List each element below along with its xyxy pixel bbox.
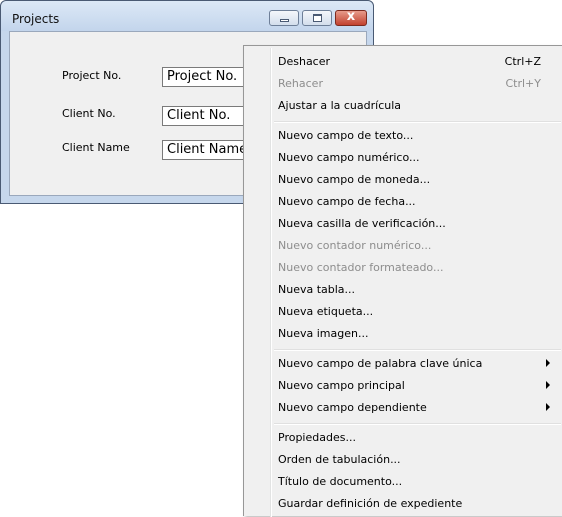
menu-item-redo: Rehacer Ctrl+Y [244, 73, 561, 95]
menu-item-shortcut: Ctrl+Y [505, 77, 541, 90]
project-no-label: Project No. [62, 69, 122, 82]
menu-item-new-table[interactable]: Nueva tabla... [244, 279, 561, 301]
menu-item-new-primary-field[interactable]: Nuevo campo principal [244, 375, 561, 397]
menu-item-new-unique-keyword-field[interactable]: Nuevo campo de palabra clave única [244, 353, 561, 375]
menu-item-save-case-definition[interactable]: Guardar definición de expediente [244, 493, 561, 515]
menu-item-label: Deshacer [278, 55, 331, 68]
menu-item-label: Nuevo campo de moneda... [278, 173, 431, 186]
menu-item-new-formatted-counter: Nuevo contador formateado... [244, 257, 561, 279]
menu-item-label: Nuevo contador formateado... [278, 261, 444, 274]
menu-separator [274, 121, 561, 123]
menu-item-label: Título de documento... [278, 475, 403, 488]
menu-item-tab-order[interactable]: Orden de tabulación... [244, 449, 561, 471]
menu-separator [274, 349, 561, 351]
menu-item-label: Nuevo campo de palabra clave única [278, 357, 483, 370]
client-no-label: Client No. [62, 107, 116, 120]
menu-item-new-currency-field[interactable]: Nuevo campo de moneda... [244, 169, 561, 191]
menu-item-label: Nueva tabla... [278, 283, 356, 296]
menu-item-new-checkbox[interactable]: Nueva casilla de verificación... [244, 213, 561, 235]
menu-item-new-numeric-field[interactable]: Nuevo campo numérico... [244, 147, 561, 169]
menu-item-snap-to-grid[interactable]: Ajustar a la cuadrícula [244, 95, 561, 117]
close-icon: x [346, 9, 356, 24]
menu-item-label: Nueva etiqueta... [278, 305, 374, 318]
menu-separator [274, 423, 561, 425]
menu-item-label: Nuevo campo numérico... [278, 151, 420, 164]
menu-item-new-dependent-field[interactable]: Nuevo campo dependiente [244, 397, 561, 419]
menu-item-new-date-field[interactable]: Nuevo campo de fecha... [244, 191, 561, 213]
menu-item-label: Nuevo campo principal [278, 379, 405, 392]
title-bar[interactable]: Projects x [1, 1, 373, 31]
menu-item-label: Nuevo contador numérico... [278, 239, 432, 252]
menu-item-label: Nuevo campo de fecha... [278, 195, 416, 208]
maximize-icon [313, 14, 322, 22]
menu-item-new-label[interactable]: Nueva etiqueta... [244, 301, 561, 323]
menu-item-document-title[interactable]: Título de documento... [244, 471, 561, 493]
menu-item-label: Propiedades... [278, 431, 356, 444]
menu-item-label: Rehacer [278, 77, 323, 90]
submenu-arrow-icon [546, 403, 550, 411]
client-name-label: Client Name [62, 141, 130, 154]
menu-item-new-numeric-counter: Nuevo contador numérico... [244, 235, 561, 257]
submenu-arrow-icon [546, 359, 550, 367]
menu-item-label: Nuevo campo de texto... [278, 129, 414, 142]
maximize-button[interactable] [302, 10, 332, 26]
menu-item-undo[interactable]: Deshacer Ctrl+Z [244, 51, 561, 73]
window-title: Projects [12, 12, 60, 26]
menu-item-label: Nueva imagen... [278, 327, 369, 340]
context-menu: Deshacer Ctrl+Z Rehacer Ctrl+Y Ajustar a… [243, 45, 562, 517]
menu-item-properties[interactable]: Propiedades... [244, 427, 561, 449]
submenu-arrow-icon [546, 381, 550, 389]
menu-item-label: Guardar definición de expediente [278, 497, 463, 510]
menu-item-label: Nuevo campo dependiente [278, 401, 427, 414]
close-button[interactable]: x [335, 9, 367, 26]
menu-item-label: Ajustar a la cuadrícula [278, 99, 402, 112]
minimize-button[interactable] [269, 10, 299, 26]
menu-item-label: Nueva casilla de verificación... [278, 217, 446, 230]
menu-item-label: Orden de tabulación... [278, 453, 401, 466]
menu-item-new-text-field[interactable]: Nuevo campo de texto... [244, 125, 561, 147]
menu-item-new-image[interactable]: Nueva imagen... [244, 323, 561, 345]
menu-item-shortcut: Ctrl+Z [504, 55, 541, 68]
minimize-icon [280, 19, 289, 22]
